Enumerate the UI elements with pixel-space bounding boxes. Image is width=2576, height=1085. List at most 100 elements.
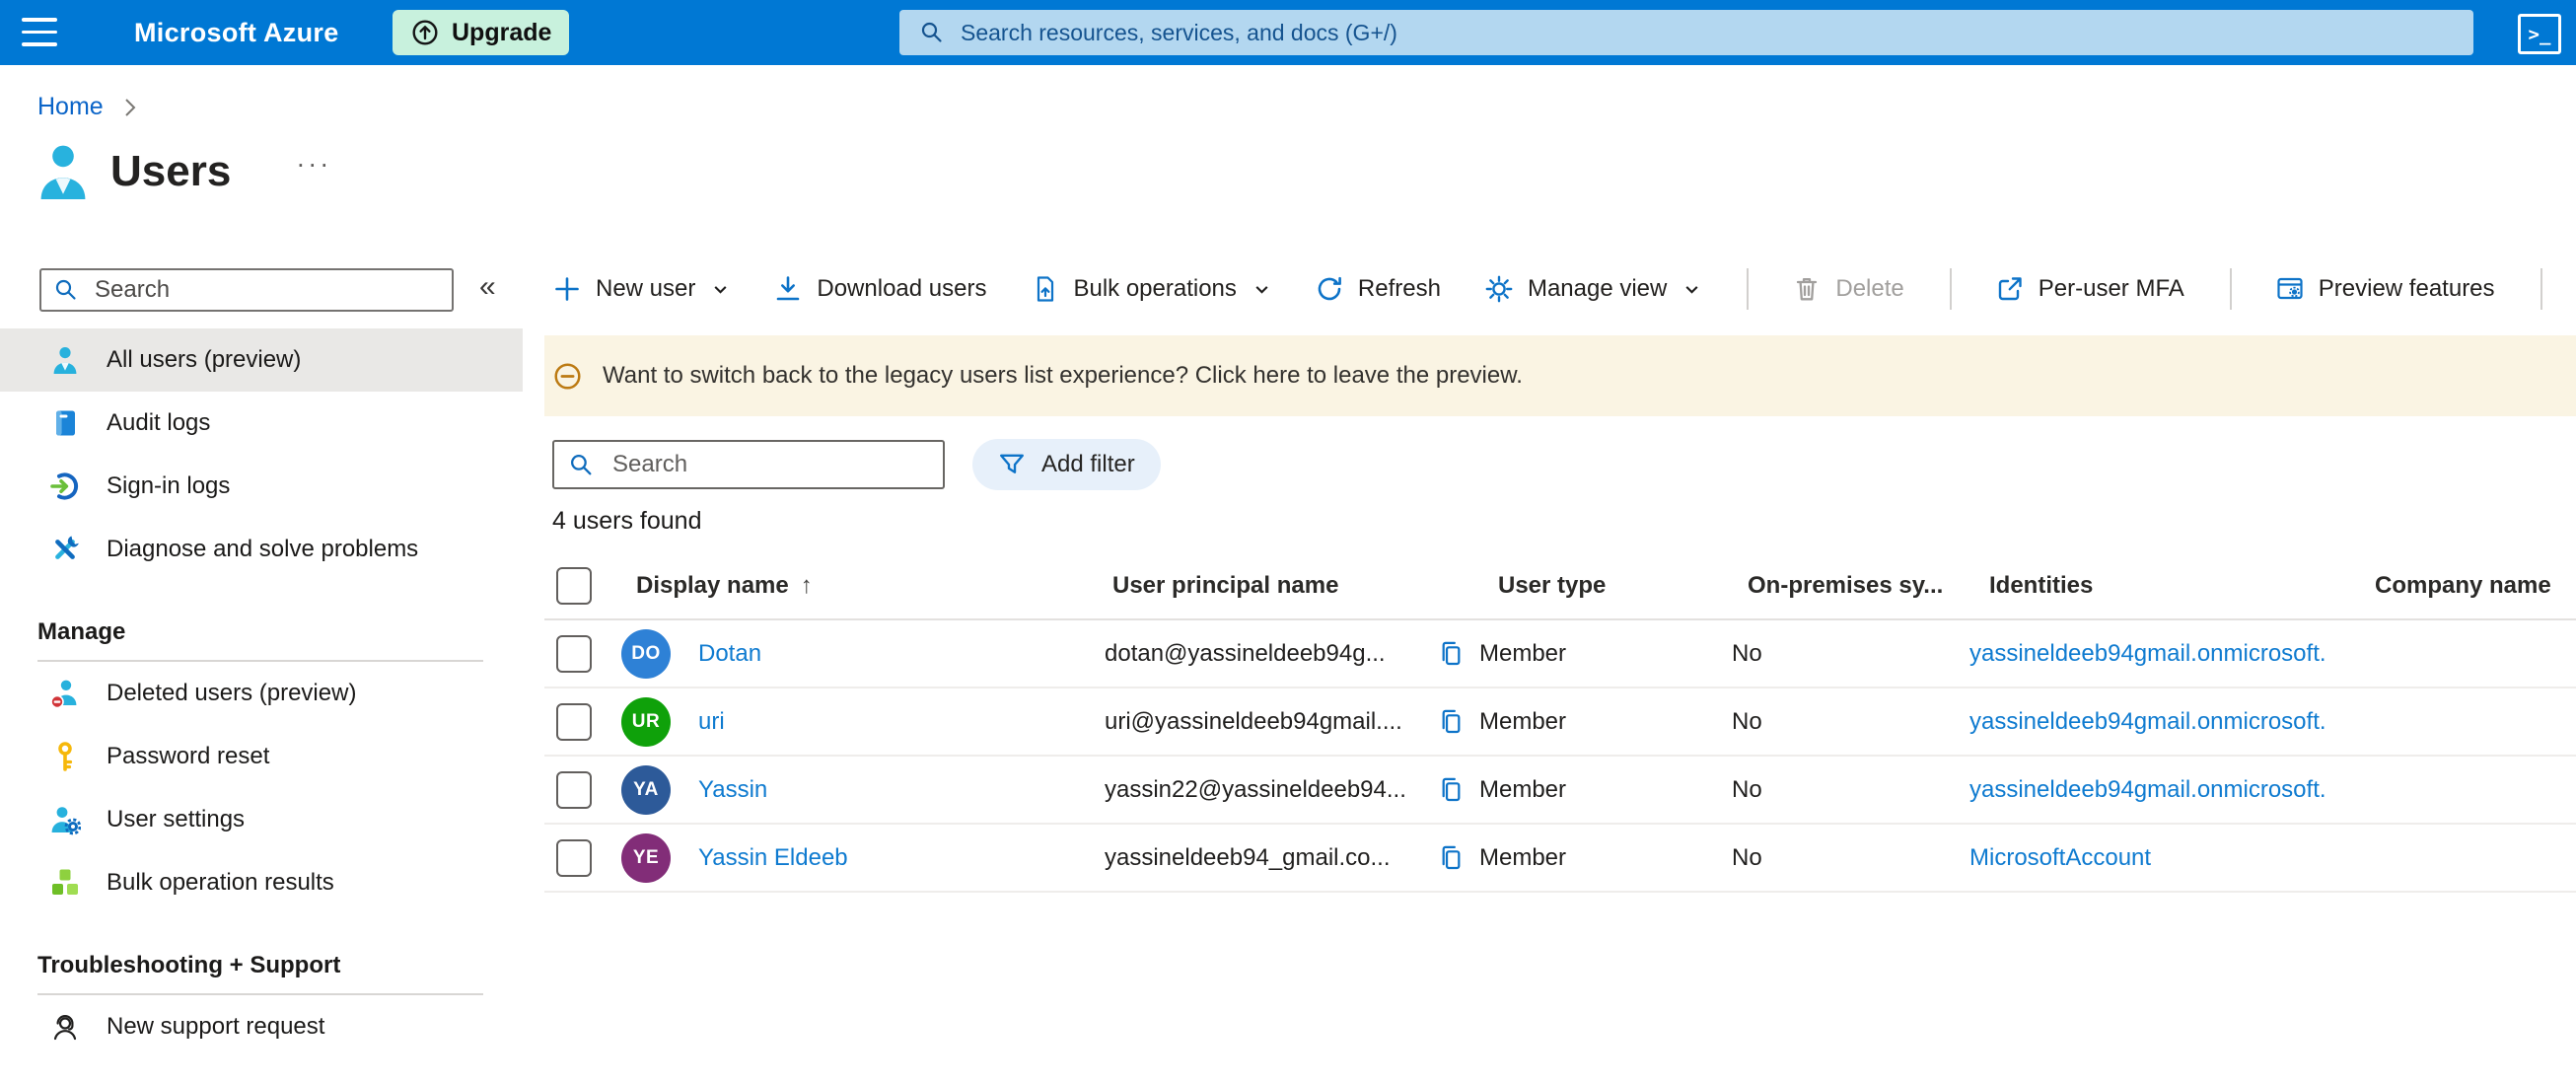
download-icon [773, 274, 803, 304]
chevron-down-icon [1252, 280, 1271, 299]
column-header-on-premises[interactable]: On-premises sy... [1748, 572, 1943, 600]
new-user-button[interactable]: New user [552, 274, 730, 304]
cloud-shell-icon[interactable]: >_ [2518, 14, 2561, 54]
breadcrumb: Home [37, 93, 139, 121]
minus-circle-icon [552, 361, 583, 392]
avatar: DO [621, 628, 671, 679]
users-table: Display name ↑ User principal name User t… [544, 553, 2576, 893]
bulk-operations-label: Bulk operations [1073, 275, 1237, 302]
column-header-display-name[interactable]: Display name ↑ [636, 572, 813, 600]
display-name-link[interactable]: Yassin [698, 776, 767, 804]
download-users-label: Download users [817, 275, 987, 302]
audit-logs-icon [49, 407, 81, 439]
row-checkbox[interactable] [556, 838, 592, 877]
delete-label: Delete [1835, 275, 1904, 302]
sidebar-item-deleted-users[interactable]: Deleted users (preview) [0, 662, 523, 725]
avatar: UR [621, 696, 671, 747]
column-header-identities[interactable]: Identities [1989, 572, 2093, 600]
preview-features-icon [2275, 274, 2305, 304]
external-link-icon [1995, 274, 2025, 304]
refresh-button[interactable]: Refresh [1315, 274, 1441, 304]
sidebar-collapse-button[interactable]: « [479, 270, 496, 304]
results-count: 4 users found [552, 507, 702, 535]
per-user-mfa-button[interactable]: Per-user MFA [1995, 274, 2184, 304]
page-header: Users ··· [36, 142, 331, 201]
user-list-search-box [552, 440, 945, 489]
identities-link[interactable]: MicrosoftAccount [1969, 844, 2151, 872]
copy-icon[interactable] [1438, 843, 1465, 872]
select-all-checkbox[interactable] [556, 567, 592, 605]
filter-funnel-icon [998, 451, 1026, 478]
user-type-cell: Member [1479, 775, 1567, 803]
global-search-input[interactable] [959, 18, 2473, 47]
column-header-user-type[interactable]: User type [1498, 572, 1606, 600]
sidebar-item-new-support-request[interactable]: New support request [0, 995, 523, 1058]
refresh-label: Refresh [1357, 275, 1441, 302]
sidebar-item-user-settings[interactable]: User settings [0, 788, 523, 851]
upgrade-label: Upgrade [452, 18, 552, 46]
sidebar-item-audit-logs[interactable]: Audit logs [0, 392, 523, 455]
deleted-user-icon [49, 678, 81, 709]
row-checkbox[interactable] [556, 770, 592, 809]
download-users-button[interactable]: Download users [773, 274, 986, 304]
upgrade-button[interactable]: Upgrade [393, 10, 570, 55]
sidebar-item-password-reset[interactable]: Password reset [0, 725, 523, 788]
sidebar-item-label: Sign-in logs [107, 472, 231, 499]
trash-icon [1792, 274, 1822, 304]
command-bar: New user Download users Bulk operations … [552, 258, 2576, 320]
cubes-icon [49, 867, 81, 899]
sidebar-item-label: Password reset [107, 743, 270, 769]
display-name-link[interactable]: Yassin Eldeeb [698, 844, 848, 872]
top-bar: Microsoft Azure Upgrade >_ [0, 0, 2576, 65]
display-name-link[interactable]: uri [698, 708, 725, 736]
table-row: YA Yassin yassin22@yassineldeeb94... Mem… [544, 757, 2576, 825]
display-name-link[interactable]: Dotan [698, 640, 761, 668]
preview-features-label: Preview features [2318, 275, 2495, 302]
search-icon [53, 277, 79, 303]
user-type-cell: Member [1479, 639, 1567, 667]
sidebar-item-bulk-results[interactable]: Bulk operation results [0, 851, 523, 914]
breadcrumb-home-link[interactable]: Home [37, 93, 104, 121]
preview-features-button[interactable]: Preview features [2275, 274, 2495, 304]
sidebar-search-input[interactable] [93, 275, 440, 305]
copy-icon[interactable] [1438, 639, 1465, 668]
row-checkbox[interactable] [556, 702, 592, 741]
manage-view-button[interactable]: Manage view [1484, 274, 1701, 304]
user-type-cell: Member [1479, 707, 1567, 735]
ellipsis-menu-icon[interactable]: ··· [296, 149, 331, 180]
delete-button[interactable]: Delete [1792, 274, 1904, 304]
identities-link[interactable]: yassineldeeb94gmail.onmicrosoft. [1969, 640, 2326, 668]
table-header-row: Display name ↑ User principal name User t… [544, 553, 2576, 620]
user-type-cell: Member [1479, 843, 1567, 871]
sidebar-item-sign-in-logs[interactable]: Sign-in logs [0, 455, 523, 518]
page-title: Users [110, 147, 232, 195]
add-filter-button[interactable]: Add filter [972, 439, 1161, 490]
copy-icon[interactable] [1438, 775, 1465, 804]
new-user-label: New user [596, 275, 696, 302]
upn-cell: yassin22@yassineldeeb94... [1105, 775, 1406, 803]
sidebar-section-manage: Manage [37, 605, 483, 662]
filter-row: Add filter [552, 439, 1161, 490]
sort-ascending-icon: ↑ [800, 572, 813, 599]
column-header-upn[interactable]: User principal name [1112, 572, 1338, 600]
sidebar-nav: All users (preview) Audit logs Sign-in l… [0, 328, 523, 1058]
hamburger-menu-icon[interactable] [22, 18, 57, 46]
sidebar-item-label: Bulk operation results [107, 869, 334, 896]
identities-link[interactable]: yassineldeeb94gmail.onmicrosoft. [1969, 708, 2326, 736]
sidebar-section-troubleshooting: Troubleshooting + Support [37, 938, 483, 995]
sidebar-item-all-users[interactable]: All users (preview) [0, 328, 523, 392]
column-header-company-name[interactable]: Company name [2375, 572, 2551, 600]
row-checkbox[interactable] [556, 634, 592, 673]
preview-notice-banner[interactable]: Want to switch back to the legacy users … [544, 335, 2576, 416]
table-row: DO Dotan dotan@yassineldeeb94g... Member… [544, 620, 2576, 688]
identities-link[interactable]: yassineldeeb94gmail.onmicrosoft. [1969, 776, 2326, 804]
sidebar-item-label: User settings [107, 806, 246, 832]
copy-icon[interactable] [1438, 707, 1465, 736]
user-list-search-input[interactable] [610, 450, 929, 479]
sidebar-item-label: Audit logs [107, 409, 211, 436]
sidebar-item-diagnose[interactable]: Diagnose and solve problems [0, 518, 523, 581]
user-icon [49, 344, 81, 376]
users-blade-icon [36, 142, 91, 201]
upgrade-arrow-icon [410, 18, 440, 47]
bulk-operations-button[interactable]: Bulk operations [1030, 274, 1270, 304]
